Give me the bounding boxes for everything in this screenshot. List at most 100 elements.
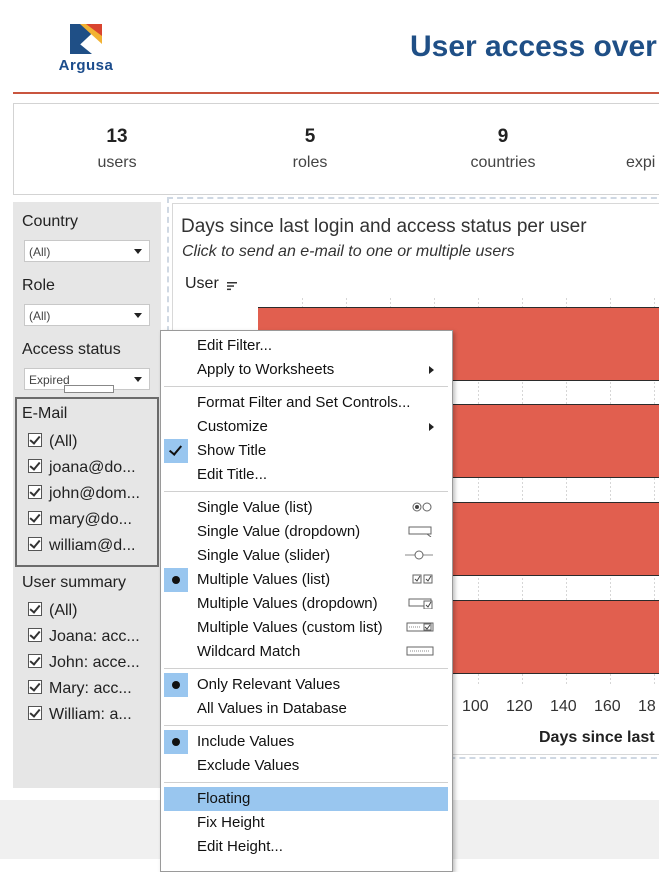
user-summary-option-label: Mary: acc... (49, 680, 132, 697)
menu-item-single-value-list[interactable]: Single Value (list) (164, 496, 448, 520)
move-grip-handle[interactable] (64, 385, 114, 393)
menu-item-single-value-slider[interactable]: Single Value (slider) (164, 544, 448, 568)
submenu-arrow-icon (429, 423, 434, 431)
kpi-value (626, 126, 659, 148)
user-summary-option[interactable]: (All) (28, 602, 77, 624)
user-summary-option[interactable]: William: a... (28, 706, 132, 728)
filter-context-menu: Edit Filter... Apply to Worksheets Forma… (160, 330, 453, 872)
checkbox-checked-icon (28, 459, 42, 473)
menu-item-label: Show Title (197, 442, 267, 459)
menu-item-single-value-dropdown[interactable]: Single Value (dropdown) (164, 520, 448, 544)
user-summary-option[interactable]: Mary: acc... (28, 680, 132, 702)
checkbox-checked-icon (28, 706, 42, 720)
email-option[interactable]: joana@do... (28, 459, 136, 481)
menu-item-multiple-values-custom-list[interactable]: Multiple Values (custom list) (164, 616, 448, 640)
checkbox-checked-icon (28, 602, 42, 616)
menu-item-customize[interactable]: Customize (164, 415, 448, 439)
country-dropdown-value: (All) (29, 245, 51, 259)
menu-item-all-values-in-database[interactable]: All Values in Database (164, 697, 448, 721)
menu-item-wildcard-match[interactable]: Wildcard Match (164, 640, 448, 664)
email-option-label: joana@do... (49, 459, 136, 476)
menu-item-show-title[interactable]: Show Title (164, 439, 448, 463)
checkbox-checked-icon (28, 433, 42, 447)
kpi-users: 13 users (47, 126, 187, 172)
menu-item-apply-to-worksheets[interactable]: Apply to Worksheets (164, 358, 448, 382)
menu-item-label: Multiple Values (list) (197, 571, 331, 588)
menu-item-edit-filter[interactable]: Edit Filter... (164, 334, 448, 358)
user-summary-option[interactable]: Joana: acc... (28, 628, 140, 650)
header-divider (13, 92, 659, 94)
menu-separator (164, 782, 448, 783)
menu-item-label: Single Value (dropdown) (197, 523, 361, 540)
checkbox-checked-icon (28, 485, 42, 499)
wildcard-icon (406, 646, 434, 656)
custom-list-icon (406, 622, 434, 632)
checkbox-checked-icon (28, 537, 42, 551)
menu-item-label: Single Value (list) (197, 499, 313, 516)
menu-item-label: Exclude Values (197, 757, 300, 774)
menu-separator (164, 386, 448, 387)
selected-dot-icon (164, 673, 188, 697)
menu-item-label: Multiple Values (custom list) (197, 619, 383, 636)
kpi-label: countries (470, 154, 536, 171)
sort-icon[interactable] (227, 281, 237, 291)
menu-item-multiple-values-dropdown[interactable]: Multiple Values (dropdown) (164, 592, 448, 616)
email-option[interactable]: mary@do... (28, 511, 132, 533)
country-filter-title: Country (22, 213, 79, 230)
menu-item-label: Edit Height... (197, 838, 283, 855)
menu-item-label: Single Value (slider) (197, 547, 331, 564)
menu-item-exclude-values[interactable]: Exclude Values (164, 754, 448, 778)
menu-item-floating[interactable]: Floating (164, 787, 448, 811)
email-option-label: mary@do... (49, 511, 132, 528)
access-status-filter-title: Access status (22, 341, 121, 358)
x-axis-title: Days since last (539, 729, 655, 746)
logo-text: Argusa (58, 57, 114, 74)
checkbox-checked-icon (28, 511, 42, 525)
chevron-down-icon (134, 313, 142, 318)
menu-item-fix-height[interactable]: Fix Height (164, 811, 448, 835)
menu-item-label: Fix Height (197, 814, 265, 831)
role-dropdown-value: (All) (29, 309, 51, 323)
chevron-down-icon (134, 377, 142, 382)
menu-item-label: Apply to Worksheets (197, 361, 335, 378)
checkmark-icon (164, 439, 188, 463)
menu-item-edit-title[interactable]: Edit Title... (164, 463, 448, 487)
checkbox-checked-icon (28, 654, 42, 668)
radio-list-icon (412, 502, 432, 512)
menu-item-multiple-values-list[interactable]: Multiple Values (list) (164, 568, 448, 592)
submenu-arrow-icon (429, 366, 434, 374)
user-summary-option-label: John: acce... (49, 654, 140, 671)
menu-item-label: Customize (197, 418, 268, 435)
menu-item-edit-height[interactable]: Edit Height... (164, 835, 448, 859)
user-summary-option-label: Joana: acc... (49, 628, 140, 645)
email-option[interactable]: william@d... (28, 537, 135, 559)
checkbox-list-icon (412, 574, 433, 584)
email-option[interactable]: (All) (28, 433, 77, 455)
country-dropdown[interactable]: (All) (24, 240, 150, 262)
kpi-strip: 13 users 5 roles 9 countries expi (13, 103, 659, 195)
user-column-header[interactable]: User (185, 275, 219, 293)
kpi-label: roles (292, 154, 328, 171)
dropdown-check-icon (408, 598, 433, 609)
email-option-label: william@d... (49, 537, 136, 554)
kpi-value: 9 (497, 126, 509, 147)
menu-item-format-filter[interactable]: Format Filter and Set Controls... (164, 391, 448, 415)
kpi-label: users (97, 154, 137, 171)
kpi-value: 13 (106, 126, 128, 147)
user-summary-option-label: (All) (49, 602, 78, 619)
user-summary-option[interactable]: John: acce... (28, 654, 140, 676)
menu-item-only-relevant-values[interactable]: Only Relevant Values (164, 673, 448, 697)
x-tick-label: 100 (462, 698, 489, 715)
email-option[interactable]: john@dom... (28, 485, 140, 507)
kpi-label: expi (626, 154, 656, 171)
logo-mark-icon (70, 24, 102, 54)
menu-item-include-values[interactable]: Include Values (164, 730, 448, 754)
role-dropdown[interactable]: (All) (24, 304, 150, 326)
chevron-down-icon (134, 249, 142, 254)
menu-item-label: Multiple Values (dropdown) (197, 595, 378, 612)
x-tick-label: 120 (506, 698, 533, 715)
x-tick-label: 18 (638, 698, 656, 715)
page-title: User access over (410, 30, 657, 63)
menu-item-label: Edit Filter... (197, 337, 273, 354)
argusa-logo: Argusa (48, 24, 124, 76)
